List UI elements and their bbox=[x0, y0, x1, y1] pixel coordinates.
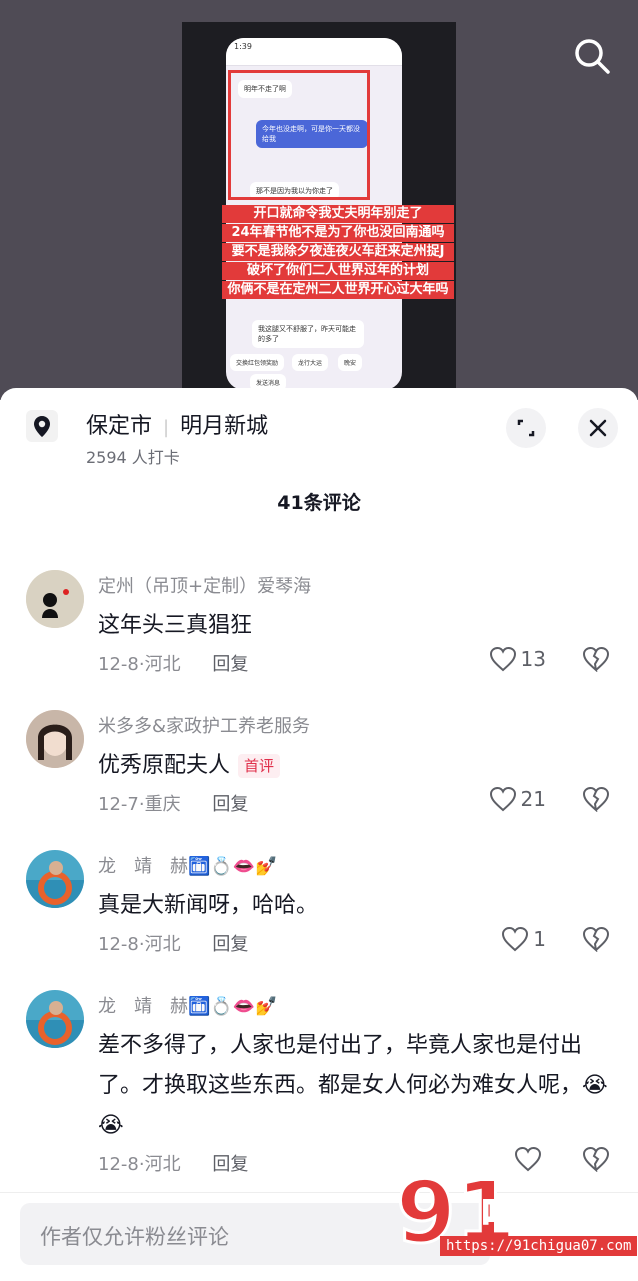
watermark-logo: 91 吃瓜中心 bbox=[392, 1162, 632, 1274]
comment-meta: 12-8·河北 回复 bbox=[98, 1154, 249, 1175]
avatar[interactable] bbox=[26, 710, 84, 768]
broken-heart-icon bbox=[582, 646, 610, 673]
close-icon[interactable] bbox=[578, 408, 618, 448]
like-button[interactable]: 13 bbox=[489, 646, 546, 672]
reply-button[interactable]: 回复 bbox=[212, 934, 248, 955]
comment-date: 12-8 bbox=[98, 934, 139, 955]
highlight-frame bbox=[228, 70, 370, 200]
commenter-name[interactable]: 米多多&家政护工养老服务 bbox=[98, 712, 310, 738]
comment-sheet: 保定市 | 明月新城 2594 人打卡 41条评论 定州（吊顶+定制）爱琴海 这… bbox=[0, 388, 638, 1280]
first-comment-badge: 首评 bbox=[238, 754, 281, 778]
caption-line: 破坏了你们二人世界过年的计划 bbox=[222, 262, 454, 280]
caption-line: 你俩不是在定州二人世界开心过大年吗 bbox=[222, 281, 454, 299]
avatar[interactable] bbox=[26, 570, 84, 628]
comment-item: 米多多&家政护工养老服务 优秀原配夫人 首评 12-7·重庆 回复 21 bbox=[0, 710, 638, 820]
chat-header: 1:39 bbox=[226, 38, 402, 66]
comment-date: 12-8 bbox=[98, 654, 139, 675]
dislike-button[interactable] bbox=[582, 926, 610, 956]
location-title[interactable]: 保定市 | 明月新城 bbox=[86, 408, 268, 440]
caption-line: 开口就命令我丈夫明年别走了 bbox=[222, 205, 454, 223]
heart-icon bbox=[489, 646, 516, 672]
comment-item: 定州（吊顶+定制）爱琴海 这年头三真猖狂 12-8·河北 回复 13 bbox=[0, 570, 638, 680]
like-count: 1 bbox=[533, 927, 546, 951]
comment-date: 12-7 bbox=[98, 794, 139, 815]
quick-reply: 交换红包领奖励 bbox=[230, 354, 285, 371]
quick-reply: 晚安 bbox=[338, 354, 363, 371]
chat-bubble: 我这腿又不舒服了，昨天可能走的多了 bbox=[252, 320, 364, 348]
location-city: 保定市 bbox=[86, 414, 153, 439]
comment-meta: 12-7·重庆 回复 bbox=[98, 794, 249, 815]
like-button[interactable]: 21 bbox=[489, 786, 546, 812]
comment-text: 真是大新闻呀，哈哈。 bbox=[98, 893, 319, 918]
caption-line: 要不是我除夕夜连夜火车赶来定州捉J bbox=[222, 243, 454, 261]
watermark-url: https://91chigua07.com bbox=[440, 1236, 638, 1256]
comment-date: 12-8 bbox=[98, 1154, 139, 1175]
comment-item: 龙 靖 赫🛅💍👄💅 差不多得了，人家也是付出了，毕竟人家也是付出了。才换取这些东… bbox=[0, 990, 638, 1180]
heart-icon bbox=[502, 926, 529, 952]
comment-region: 河北 bbox=[144, 934, 181, 955]
comment-item: 龙 靖 赫🛅💍👄💅 真是大新闻呀，哈哈。 12-8·河北 回复 1 bbox=[0, 850, 638, 960]
commenter-name[interactable]: 龙 靖 赫🛅💍👄💅 bbox=[98, 852, 278, 878]
search-icon[interactable] bbox=[570, 34, 614, 78]
video-caption: 开口就命令我丈夫明年别走了 24年春节他不是为了你也没回南通吗 要不是我除夕夜连… bbox=[222, 204, 454, 300]
dislike-button[interactable] bbox=[582, 786, 610, 816]
comment-region: 河北 bbox=[144, 654, 181, 675]
reply-button[interactable]: 回复 bbox=[212, 1154, 248, 1175]
like-count: 13 bbox=[520, 647, 546, 671]
avatar[interactable] bbox=[26, 990, 84, 1048]
like-button[interactable]: 1 bbox=[501, 926, 546, 952]
reply-button[interactable]: 回复 bbox=[212, 794, 248, 815]
commenter-name[interactable]: 龙 靖 赫🛅💍👄💅 bbox=[98, 992, 278, 1018]
broken-heart-icon bbox=[582, 786, 610, 813]
video-area[interactable]: 1:39 明年不走了啊 今年也没走啊，可是你一天都没给我 那不是因为我以为你走了… bbox=[0, 0, 638, 400]
comment-region: 河北 bbox=[144, 1154, 181, 1175]
comments-title: 41条评论 bbox=[277, 492, 361, 514]
broken-heart-icon bbox=[582, 926, 610, 953]
comment-region: 重庆 bbox=[144, 794, 181, 815]
comment-text-content: 优秀原配夫人 bbox=[98, 753, 231, 778]
expand-icon[interactable] bbox=[506, 408, 546, 448]
checkin-count: 2594 人打卡 bbox=[86, 448, 180, 467]
comment-text: 这年头三真猖狂 bbox=[98, 613, 253, 638]
caption-line: 24年春节他不是为了你也没回南通吗 bbox=[222, 224, 454, 242]
status-time: 1:39 bbox=[234, 42, 252, 51]
heart-icon bbox=[489, 786, 516, 812]
comment-input-placeholder: 作者仅允许粉丝评论 bbox=[40, 1225, 229, 1249]
quick-reply: 龙行大运 bbox=[292, 354, 329, 371]
comment-meta: 12-8·河北 回复 bbox=[98, 654, 249, 675]
comment-text: 差不多得了，人家也是付出了，毕竟人家也是付出了。才换取这些东西。都是女人何必为难… bbox=[98, 1033, 608, 1138]
location-place: 明月新城 bbox=[180, 414, 269, 439]
avatar[interactable] bbox=[26, 850, 84, 908]
location-pin-icon bbox=[26, 410, 58, 442]
reply-button[interactable]: 回复 bbox=[212, 654, 248, 675]
comment-meta: 12-8·河北 回复 bbox=[98, 934, 249, 955]
like-count: 21 bbox=[520, 787, 546, 811]
dislike-button[interactable] bbox=[582, 646, 610, 676]
svg-text:吃瓜中心: 吃瓜中心 bbox=[482, 1195, 618, 1235]
commenter-name[interactable]: 定州（吊顶+定制）爱琴海 bbox=[98, 572, 311, 598]
comment-text: 优秀原配夫人 首评 bbox=[98, 746, 610, 786]
